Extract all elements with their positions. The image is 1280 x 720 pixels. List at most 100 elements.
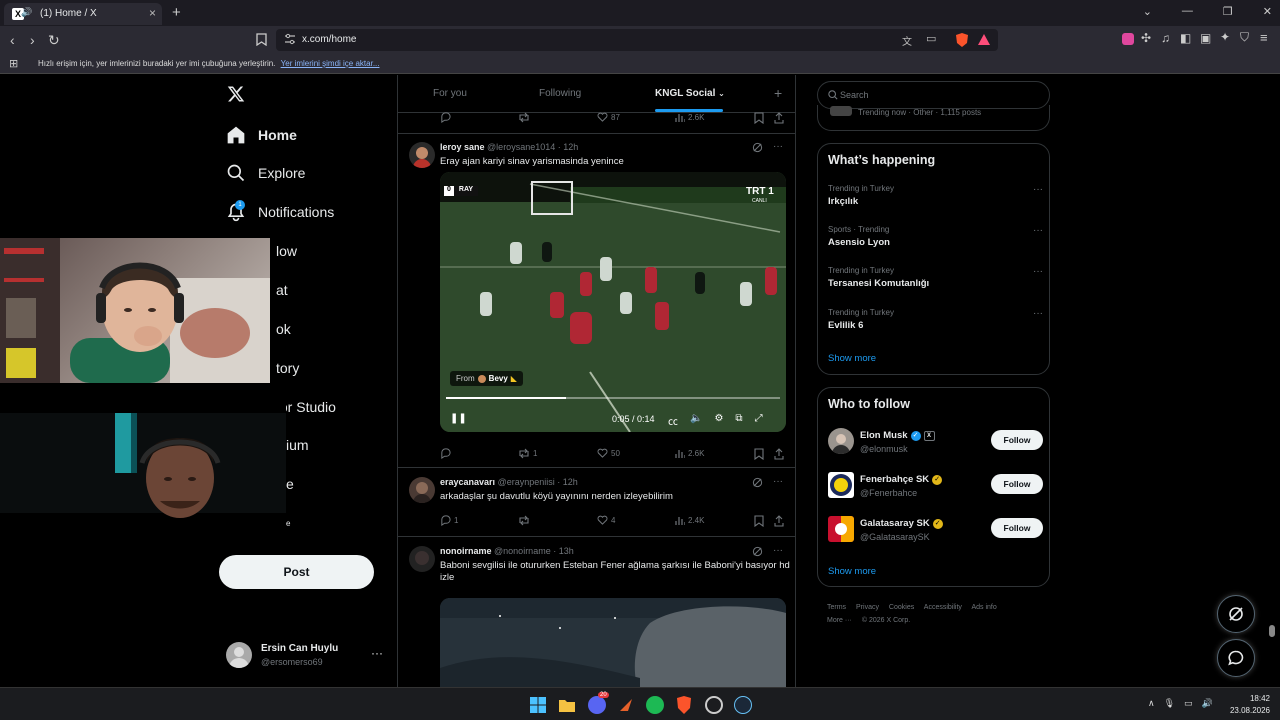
repost-button[interactable]: 1 — [518, 448, 537, 459]
follow-button[interactable]: Follow — [991, 474, 1043, 494]
minimize-icon[interactable]: — — [1182, 5, 1193, 18]
add-tab-button[interactable]: + — [774, 85, 782, 101]
extension-icon[interactable] — [1122, 33, 1134, 45]
sidebar-item-notifications[interactable]: 1 Notifications — [226, 197, 334, 227]
video-progress-track[interactable] — [446, 397, 780, 399]
share-icon[interactable] — [774, 515, 784, 527]
address-bar[interactable]: x.com/home ⽂ ▭ — [276, 29, 998, 51]
browser-tab[interactable]: X 🔊 (1) Home / X × — [4, 3, 162, 25]
spotify-icon[interactable] — [646, 696, 664, 714]
show-more-link[interactable]: Show more — [828, 353, 876, 364]
new-tab-button[interactable]: + — [172, 4, 181, 21]
speaker-icon[interactable]: 🔊 — [21, 7, 32, 18]
sidebar-item-chat[interactable]: at — [276, 275, 288, 305]
obs-icon[interactable] — [705, 696, 723, 714]
grok-icon[interactable] — [752, 477, 763, 488]
follow-button[interactable]: Follow — [991, 430, 1043, 450]
video-player[interactable] — [440, 598, 786, 687]
trend-item[interactable]: Trending in Turkey Tersanesi Komutanlığı… — [828, 266, 1043, 296]
tab-for-you[interactable]: For you — [433, 88, 467, 99]
author-handle[interactable]: @leroysane1014 — [487, 142, 555, 152]
more-icon[interactable]: ··· — [773, 477, 783, 488]
follow-button[interactable]: Follow — [991, 518, 1043, 538]
follow-suggestion[interactable]: Elon Musk ✓ X @elonmusk Follow — [828, 428, 1043, 458]
views-button[interactable]: 2.4K — [675, 515, 704, 525]
volume-icon[interactable]: 🔈 — [690, 413, 702, 428]
sidebar-item-explore[interactable]: Explore — [226, 158, 305, 188]
author-name[interactable]: nonoirname — [440, 546, 492, 556]
more-icon[interactable]: ··· — [773, 546, 783, 557]
back-icon[interactable]: ‹ — [10, 32, 15, 48]
file-explorer-icon[interactable] — [558, 696, 576, 714]
pip-icon[interactable]: ⧉ — [735, 413, 742, 428]
video-player[interactable]: 0 RAY TRT 1 CANLI From Bevy ◣ ❚❚ 0:05 / … — [440, 172, 786, 432]
tweet[interactable]: leroy sane @leroysane1014 · 12h ··· Eray… — [398, 134, 795, 468]
footer-link-cookies[interactable]: Cookies — [889, 604, 914, 611]
reload-icon[interactable]: ↻ — [48, 32, 60, 49]
sidebar-item-more[interactable]: e — [286, 508, 290, 538]
media-icon[interactable]: ♫ — [1161, 31, 1170, 45]
more-icon[interactable]: ··· — [1033, 225, 1043, 236]
show-more-link[interactable]: Show more — [828, 566, 876, 577]
reply-button[interactable]: 1 — [440, 515, 458, 526]
leo-ai-icon[interactable]: ✦ — [1220, 30, 1230, 44]
translate-icon[interactable]: ⽂ — [902, 33, 912, 48]
microphone-icon[interactable]: 🎙 — [1164, 698, 1175, 709]
avatar[interactable] — [409, 142, 435, 168]
repost-button[interactable] — [518, 515, 533, 526]
sidebar-item-history[interactable]: tory — [276, 353, 299, 383]
more-icon[interactable]: ··· — [1033, 184, 1043, 195]
sidebar-item-follow[interactable]: low — [276, 236, 297, 266]
footer-link-ads-info[interactable]: Ads info — [971, 604, 996, 611]
video-source-badge[interactable]: From Bevy ◣ — [450, 371, 523, 386]
reply-button[interactable] — [440, 112, 454, 123]
footer-link-accessibility[interactable]: Accessibility — [924, 604, 962, 611]
footer-more[interactable]: More ··· — [827, 617, 852, 624]
grok-icon[interactable] — [752, 546, 763, 557]
like-button[interactable]: 4 — [597, 515, 615, 525]
tweet-time[interactable]: 13h — [559, 546, 574, 556]
pause-icon[interactable]: ❚❚ — [450, 413, 467, 424]
apps-icon[interactable]: ⊞ — [9, 57, 18, 70]
sidebar-item-profile[interactable]: e — [286, 469, 294, 499]
bookmark-icon[interactable] — [754, 515, 764, 527]
more-icon[interactable]: ··· — [1033, 266, 1043, 277]
captions-icon[interactable]: ㏄ — [668, 413, 678, 428]
author-handle[interactable]: @nonoirname — [494, 546, 551, 556]
account-switcher[interactable]: Ersin Can Huylu @ersomerso69 ··· — [226, 640, 386, 672]
tweet-time[interactable]: 12h — [563, 477, 578, 487]
post-button[interactable]: Post — [219, 555, 374, 589]
menu-icon[interactable]: ≡ — [1260, 30, 1268, 45]
tab-kngl-social[interactable]: KNGL Social ⌄ — [655, 88, 725, 99]
author-name[interactable]: leroy sane — [440, 142, 485, 152]
volume-icon[interactable]: 🔊 — [1202, 698, 1213, 709]
fullscreen-icon[interactable]: ⤢ — [755, 413, 763, 428]
brave-browser-icon[interactable] — [675, 696, 693, 714]
avatar[interactable] — [409, 477, 435, 503]
wallet-icon[interactable]: ▣ — [1200, 31, 1211, 45]
share-icon[interactable] — [774, 448, 784, 460]
views-button[interactable]: 2.6K — [675, 112, 704, 122]
share-icon[interactable] — [774, 112, 784, 124]
vpn-icon[interactable]: ⛉ — [1240, 30, 1249, 45]
bookmark-icon[interactable] — [754, 112, 764, 124]
follow-suggestion[interactable]: Fenerbahçe SK ✓ @Fenerbahce Follow — [828, 472, 1043, 502]
tab-list-icon[interactable]: ⌄ — [1143, 5, 1152, 18]
more-icon[interactable]: ··· — [1033, 308, 1043, 319]
more-icon[interactable]: ··· — [773, 142, 783, 153]
page-scrollbar[interactable] — [1268, 75, 1276, 687]
trend-item[interactable]: Trending in Turkey Evlilik 6 ··· — [828, 308, 1043, 338]
bookmark-icon[interactable] — [754, 448, 764, 460]
streaming-app-icon[interactable] — [617, 696, 635, 714]
trend-item[interactable]: Trending in Turkey Irkçılık ··· — [828, 184, 1043, 214]
author-handle[interactable]: @eraynpeniisi — [498, 477, 555, 487]
extensions-puzzle-icon[interactable]: ✣ — [1141, 31, 1151, 45]
forward-icon[interactable]: › — [30, 32, 35, 48]
sidebar-item-premium[interactable]: ium — [286, 430, 309, 460]
tray-overflow-icon[interactable]: ∧ — [1148, 698, 1155, 709]
footer-link-privacy[interactable]: Privacy — [856, 604, 879, 611]
tweet-time[interactable]: 12h — [563, 142, 578, 152]
avatar[interactable] — [409, 546, 435, 572]
account-more-icon[interactable]: ··· — [371, 646, 383, 660]
messages-floating-button[interactable] — [1217, 639, 1255, 677]
